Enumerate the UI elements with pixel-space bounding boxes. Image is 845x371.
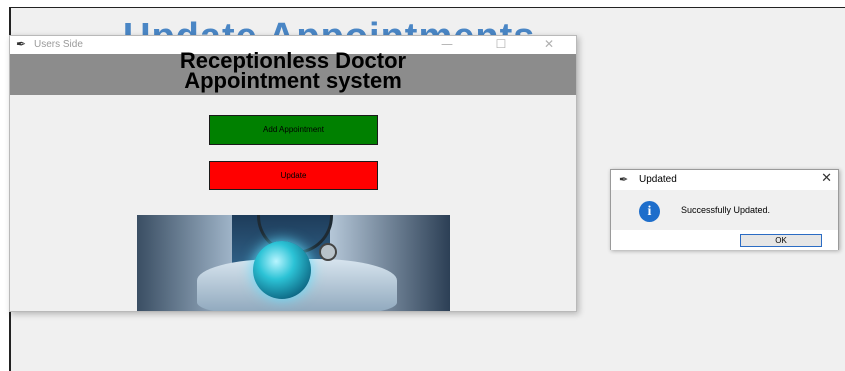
feather-icon: ✒	[16, 37, 27, 51]
dialog-titlebar[interactable]: ✒ Updated ✕	[611, 170, 838, 190]
dialog-close-button[interactable]: ✕	[821, 171, 832, 186]
dialog-message: Successfully Updated.	[681, 205, 771, 215]
users-side-window: ✒ Users Side — ☐ ✕ Receptionless Doctor …	[9, 35, 577, 312]
app-title-line2: Appointment system	[184, 68, 402, 93]
doctor-globe-image	[137, 215, 450, 311]
users-side-title: Users Side	[34, 39, 83, 50]
globe-icon	[253, 241, 311, 299]
maximize-button[interactable]: ☐	[488, 36, 514, 54]
updated-dialog: ✒ Updated ✕ i Successfully Updated. OK	[610, 169, 839, 250]
update-button[interactable]: Update	[209, 161, 378, 190]
close-button[interactable]: ✕	[536, 36, 562, 54]
add-appointment-button[interactable]: Add Appointment	[209, 115, 378, 145]
dialog-title: Updated	[639, 174, 677, 185]
info-icon: i	[639, 201, 660, 222]
feather-icon: ✒	[619, 173, 629, 186]
app-title: Receptionless Doctor Appointment system	[98, 50, 488, 93]
dialog-footer: OK	[611, 230, 838, 250]
ok-button[interactable]: OK	[740, 234, 822, 247]
app-banner: Receptionless Doctor Appointment system	[10, 50, 576, 95]
